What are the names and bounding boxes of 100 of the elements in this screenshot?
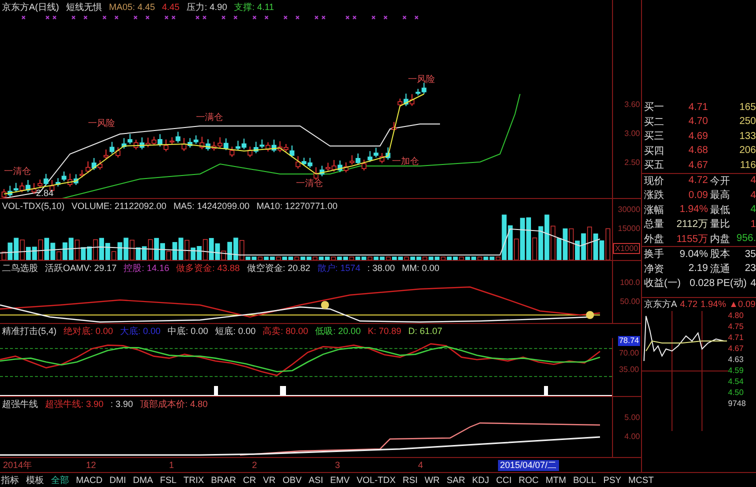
quote-value: 1 xyxy=(750,218,756,230)
quote-label: 换手 xyxy=(643,248,665,262)
indicator-reading: 中底: 0.00 xyxy=(168,324,208,338)
indicator-tab[interactable]: VR xyxy=(262,475,277,485)
indicator-tab[interactable]: RSI xyxy=(402,475,419,485)
bid-volume: 133 xyxy=(739,130,756,142)
indicator-reading: MM: 0.00 xyxy=(402,263,440,273)
indicator-tab[interactable]: KDJ xyxy=(471,475,490,485)
quote-label: 买四 xyxy=(643,144,665,158)
quote-label: 最低 xyxy=(709,204,730,217)
bid-volume: 206 xyxy=(739,145,756,156)
indicator-tab[interactable]: DMI xyxy=(108,475,127,485)
indicator-reading: 超强牛线 xyxy=(2,398,38,410)
indicator-tab[interactable]: 指标 xyxy=(0,474,20,486)
indicator-tab[interactable]: TRIX xyxy=(182,475,206,485)
axis-label: 3.00 xyxy=(624,129,640,138)
change-percent: 1.94% xyxy=(700,299,726,309)
indicator-reading: 大底: 0.00 xyxy=(120,324,161,338)
signal-label: 一清仓 xyxy=(296,178,323,188)
indicator-reading: 二鸟选股 xyxy=(2,262,38,274)
axis-label: 3.60 xyxy=(624,100,640,109)
quote-value: 23 xyxy=(744,263,756,274)
bid-volume: 250 xyxy=(739,116,756,128)
bid-volume: 165 xyxy=(739,102,756,113)
date-label: 2014年 xyxy=(2,460,34,470)
axis-label: 50.00 xyxy=(620,297,640,306)
axis-label: 4.59 xyxy=(728,366,745,374)
indicator-tab[interactable]: SAR xyxy=(446,475,466,485)
quote-label: 量比 xyxy=(709,218,730,232)
quote-label: 买一 xyxy=(643,101,665,114)
indicator-name: 短线无惧 xyxy=(66,0,102,14)
indicator-tab[interactable]: CCI xyxy=(495,475,513,485)
indicator-tab[interactable]: MACD xyxy=(75,475,104,485)
indicator-tab[interactable]: 模板 xyxy=(25,474,45,486)
bid-price: 4.71 xyxy=(688,102,708,113)
signal-label: 一清仓 xyxy=(4,166,31,176)
indicator-tab[interactable]: EMV xyxy=(329,475,351,485)
indicator-reading: : 3.90 xyxy=(110,399,134,409)
quote-value: 4.72 xyxy=(688,175,708,186)
quote-label: 收益(一) xyxy=(643,277,681,290)
bid-price: 4.70 xyxy=(688,116,708,128)
indicator-tab[interactable]: WR xyxy=(424,475,441,485)
quote-label: 外盘 xyxy=(643,232,665,246)
indicator-tab[interactable]: CR xyxy=(242,475,258,485)
signal-label: 一加仓 xyxy=(392,156,419,166)
indicator-reading: 活跃OAMV: 29.17 xyxy=(45,262,117,274)
indicator-reading: 顶部成本价: 4.80 xyxy=(140,398,208,410)
indicator-tab[interactable]: DMA xyxy=(132,475,154,485)
indicator-reading: 精准打击(5,4) xyxy=(2,324,57,338)
axis-label: 4.80 xyxy=(728,310,745,320)
indicator-reading: MA5: 14242099.00 xyxy=(173,201,250,211)
quote-label: 今开 xyxy=(709,174,730,188)
quote-value: 4 xyxy=(750,278,756,289)
quote-label: 股本 xyxy=(709,248,730,262)
axis-label: X1000 xyxy=(613,243,640,254)
quote-label: 流通 xyxy=(709,262,730,276)
quote-label: 总量 xyxy=(643,218,665,232)
quote-label: 净资 xyxy=(643,262,665,276)
current-date: 2015/04/07/二 xyxy=(498,460,559,470)
indicator-tab[interactable]: MTM xyxy=(544,475,568,485)
indicator-tab[interactable]: FSL xyxy=(159,475,178,485)
signal-label: 2.84 xyxy=(36,188,54,198)
indicator-tab[interactable]: 全部 xyxy=(50,474,70,486)
indicator-tab[interactable]: MCST xyxy=(627,475,655,485)
quote-value: 9.04% xyxy=(678,248,708,260)
indicator-reading: 支撑: 4.11 xyxy=(234,0,274,14)
indicator-tab[interactable]: ASI xyxy=(308,475,324,485)
indicator-reading: K: 70.89 xyxy=(368,326,402,336)
axis-label: 5.00 xyxy=(624,413,640,422)
quote-value: 1155万 xyxy=(675,232,708,246)
indicator-tab[interactable]: BRAR xyxy=(210,475,238,485)
axis-label: 30000 xyxy=(618,205,640,214)
quote-label: 买五 xyxy=(643,159,665,172)
indicator-reading: 超强牛线: 3.90 xyxy=(45,398,104,410)
indicator-tab[interactable]: BOLL xyxy=(572,475,598,485)
quote-value: 2112万 xyxy=(675,218,708,232)
quote-value: 1.94% xyxy=(678,204,708,216)
quote-value: 2.19 xyxy=(688,263,708,274)
quote-label: 最高 xyxy=(709,188,730,202)
axis-label: 4.54 xyxy=(728,376,745,386)
quote-value: 956. xyxy=(736,233,756,244)
bid-price: 4.67 xyxy=(688,160,708,171)
quote-label: 涨跌 xyxy=(643,188,665,202)
indicator-tab[interactable]: VOL-TDX xyxy=(356,475,397,485)
stock-name: 京东方A xyxy=(644,298,678,310)
indicator-tab[interactable]: OBV xyxy=(282,475,303,485)
quote-label: 现价 xyxy=(643,174,665,188)
signal-label: 一满仓 xyxy=(196,112,223,122)
quote-value: 0.028 xyxy=(688,278,715,289)
indicator-reading: MA10: 12270771.00 xyxy=(256,201,338,211)
axis-label: 4.50 xyxy=(728,388,745,396)
indicator-reading: 4.45 xyxy=(162,2,180,12)
indicator-reading: 高卖: 80.00 xyxy=(262,324,308,338)
indicator-tab[interactable]: PSY xyxy=(602,475,622,485)
indicator-tab[interactable]: ROC xyxy=(518,475,540,485)
current-value-label: 78.74 xyxy=(618,336,640,346)
indicator-reading: 短底: 0.00 xyxy=(215,324,256,338)
date-label: 4 xyxy=(417,460,424,470)
quote-value: 4 xyxy=(750,190,756,201)
indicator-reading: 做多资金: 43.88 xyxy=(176,262,240,274)
